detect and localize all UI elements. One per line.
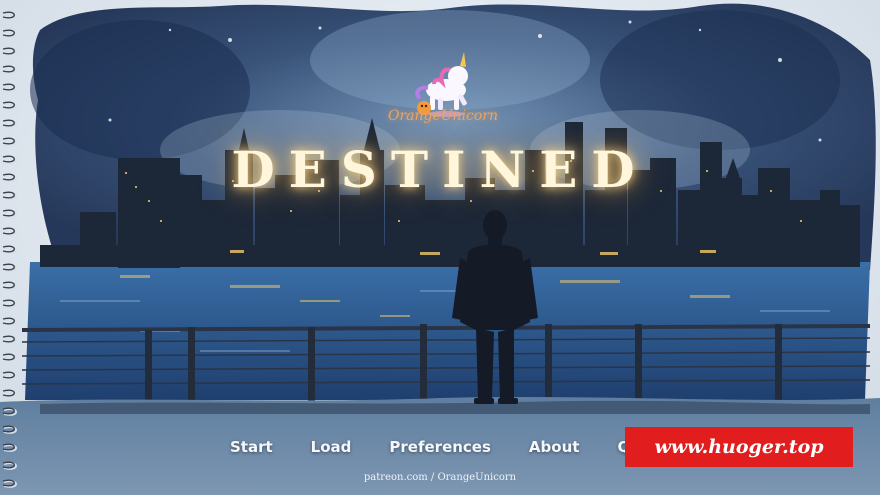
menu-item-start[interactable]: Start — [230, 438, 273, 462]
spiral-binding — [2, 11, 17, 488]
menu-item-load[interactable]: Load — [311, 438, 352, 462]
main-menu: Start Load Preferences About Qu — [230, 438, 679, 462]
main-menu-screen: OrangeUnicorn DESTINED Start Load Prefer… — [0, 0, 880, 495]
watermark-banner: www.huoger.top — [625, 427, 853, 467]
game-title: DESTINED — [231, 140, 649, 199]
menu-item-preferences[interactable]: Preferences — [389, 438, 491, 462]
menu-item-about[interactable]: About — [529, 438, 580, 462]
orange-unicorn-logo-text: OrangeUnicorn — [387, 108, 499, 124]
patreon-link[interactable]: patreon.com / OrangeUnicorn — [330, 472, 550, 483]
